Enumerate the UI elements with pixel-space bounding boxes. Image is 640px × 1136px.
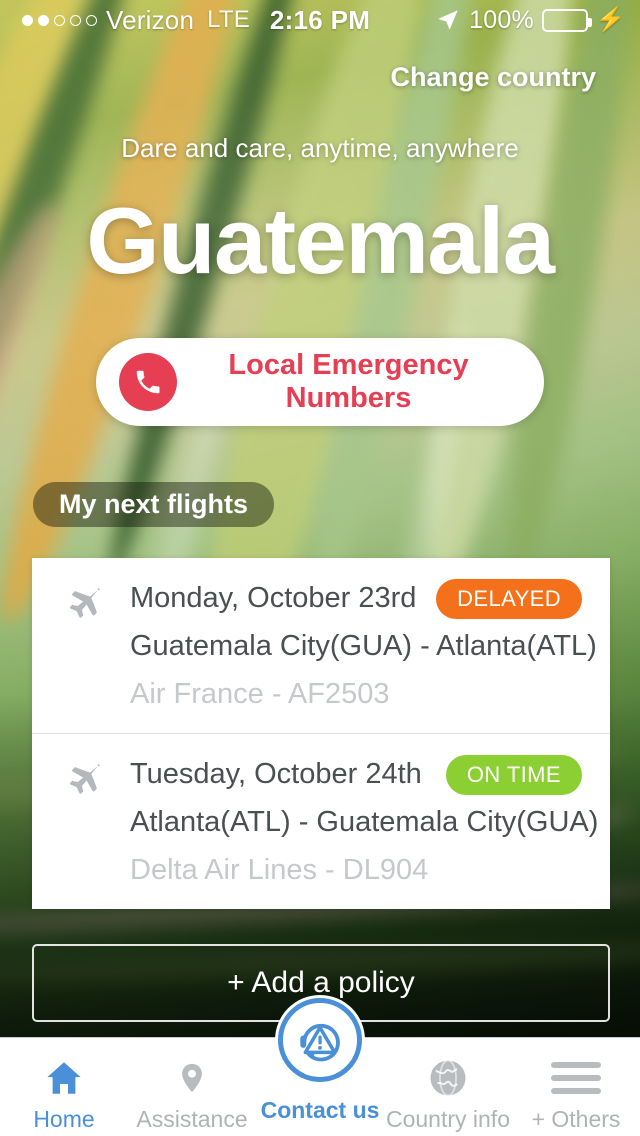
phone-icon: [119, 353, 177, 411]
tagline-text: Dare and care, anytime, anywhere: [121, 133, 519, 163]
status-bar: Verizon LTE 2:16 PM 100% ⚡: [0, 0, 640, 40]
hamburger-menu-icon: [551, 1056, 601, 1100]
airplane-icon: [62, 584, 108, 624]
flight-route: Atlanta(ATL) - Guatemala City(GUA): [130, 806, 599, 838]
headset-warning-icon: [278, 998, 362, 1082]
bottom-navigation-bar: Home Assistance Contact us Country info …: [0, 998, 640, 1136]
nav-label-country-info: Country info: [385, 1106, 510, 1132]
flight-airline: Air France - AF2503: [130, 678, 390, 710]
local-emergency-numbers-label: Local Emergency Numbers: [228, 349, 469, 414]
nav-label-others: + Others: [531, 1106, 621, 1132]
nav-label-assistance: Assistance: [136, 1106, 248, 1132]
nav-label-contact-us: Contact us: [260, 1097, 380, 1123]
status-badge: DELAYED: [436, 579, 582, 619]
nav-item-home[interactable]: Home: [0, 1038, 128, 1136]
nav-item-country-info[interactable]: Country info: [384, 1038, 512, 1136]
local-emergency-numbers-button[interactable]: Local Emergency Numbers: [96, 338, 544, 426]
nav-item-others[interactable]: + Others: [512, 1038, 640, 1136]
map-pin-icon: [175, 1056, 209, 1100]
flight-list-item[interactable]: Monday, October 23rd Guatemala City(GUA)…: [32, 558, 610, 733]
home-icon: [41, 1056, 87, 1100]
flight-airline: Delta Air Lines - DL904: [130, 854, 429, 886]
globe-icon: [427, 1056, 469, 1100]
my-next-flights-heading: My next flights: [33, 482, 275, 527]
airplane-icon: [62, 760, 108, 800]
flights-card: Monday, October 23rd Guatemala City(GUA)…: [32, 558, 610, 909]
nav-label-home: Home: [33, 1106, 95, 1132]
status-badge: ON TIME: [445, 755, 582, 795]
nav-item-assistance[interactable]: Assistance: [128, 1038, 256, 1136]
flight-list-item[interactable]: Tuesday, October 24th Atlanta(ATL) - Gua…: [32, 733, 610, 909]
nav-item-contact-us[interactable]: Contact us: [256, 998, 384, 1136]
flight-route: Guatemala City(GUA) - Atlanta(ATL): [130, 630, 597, 662]
battery-full-icon: [541, 8, 592, 32]
app-screen: Verizon LTE 2:16 PM 100% ⚡ Change countr…: [0, 0, 640, 1136]
change-country-button[interactable]: Change country: [390, 62, 596, 93]
page-title: Guatemala: [86, 188, 555, 293]
